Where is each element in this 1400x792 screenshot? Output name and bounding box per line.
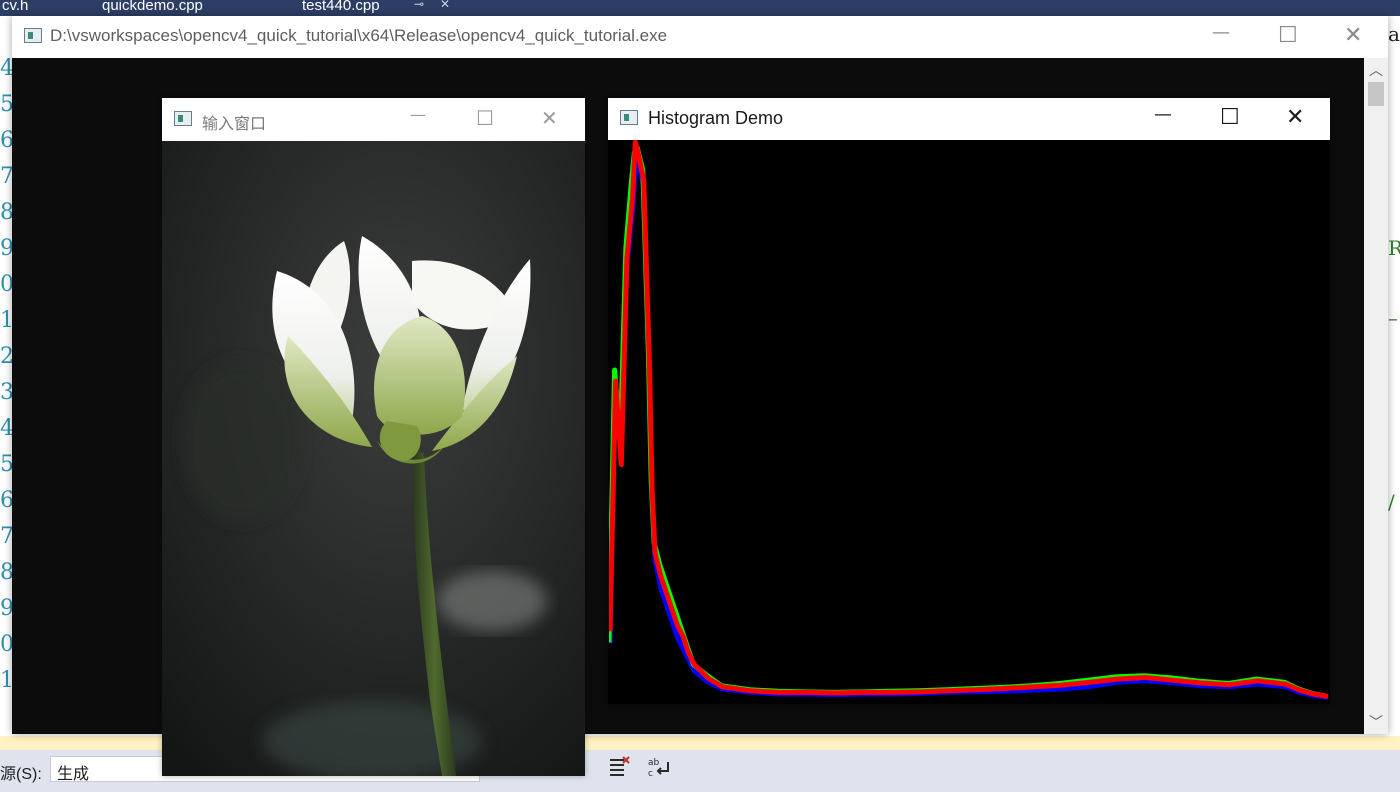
- histogram-chart: [609, 140, 1329, 700]
- console-app-icon: [24, 28, 42, 43]
- svg-text:ab: ab: [648, 758, 660, 768]
- close-icon[interactable]: ✕: [1344, 25, 1362, 47]
- clear-all-icon[interactable]: [608, 756, 630, 783]
- code-fragment: a: [1388, 22, 1400, 46]
- ide-tab-strip: cv.h quickdemo.cpp test440.cpp ⊸ ✕: [0, 0, 1400, 16]
- maximize-icon[interactable]: ☐: [1220, 107, 1240, 129]
- minimize-icon[interactable]: —: [1154, 106, 1172, 124]
- output-source-label: 源(S):: [0, 766, 42, 783]
- histogram-window: Histogram Demo — ☐ ✕: [608, 98, 1330, 704]
- histogram-line-g: [609, 145, 1328, 699]
- console-scrollbar[interactable]: ︿ ﹀: [1364, 58, 1388, 734]
- minimize-icon[interactable]: —: [1212, 24, 1230, 42]
- ide-tab-quickdemo[interactable]: quickdemo.cpp: [102, 0, 203, 14]
- scroll-down-icon[interactable]: ﹀: [1364, 712, 1388, 732]
- code-fragment: /: [1388, 490, 1395, 514]
- window-app-icon: [174, 111, 192, 126]
- code-fragment: R: [1388, 236, 1400, 260]
- input-window-title: 输入窗口: [202, 116, 267, 133]
- histogram-line-r: [609, 140, 1329, 699]
- maximize-icon[interactable]: ☐: [476, 108, 494, 128]
- histogram-canvas: [609, 140, 1329, 703]
- minimize-icon[interactable]: —: [410, 107, 426, 123]
- close-icon[interactable]: ✕: [541, 108, 558, 128]
- console-title: D:\vsworkspaces\opencv4_quick_tutorial\x…: [50, 26, 668, 45]
- word-wrap-icon[interactable]: ab c: [648, 756, 670, 783]
- ide-tab-cv-h[interactable]: cv.h: [2, 0, 28, 14]
- histogram-line-b: [609, 157, 1329, 700]
- input-window: 输入窗口 — ☐ ✕: [162, 98, 585, 776]
- tab-close-icon[interactable]: ✕: [440, 0, 450, 11]
- input-window-titlebar[interactable]: 输入窗口 — ☐ ✕: [162, 98, 585, 141]
- code-fragment: –: [1388, 306, 1398, 330]
- svg-text:c: c: [648, 769, 653, 778]
- pin-icon[interactable]: ⊸: [414, 0, 424, 11]
- ide-tab-test440[interactable]: test440.cpp: [302, 0, 380, 14]
- console-titlebar[interactable]: D:\vsworkspaces\opencv4_quick_tutorial\x…: [12, 16, 1388, 58]
- scroll-thumb[interactable]: [1368, 82, 1384, 106]
- histogram-window-title: Histogram Demo: [648, 108, 784, 128]
- maximize-icon[interactable]: ☐: [1278, 25, 1298, 47]
- lotus-photo: [162, 141, 585, 776]
- histogram-window-titlebar[interactable]: Histogram Demo — ☐ ✕: [608, 98, 1330, 140]
- scroll-up-icon[interactable]: ︿: [1364, 60, 1388, 80]
- close-icon[interactable]: ✕: [1286, 107, 1304, 129]
- window-app-icon: [620, 110, 638, 125]
